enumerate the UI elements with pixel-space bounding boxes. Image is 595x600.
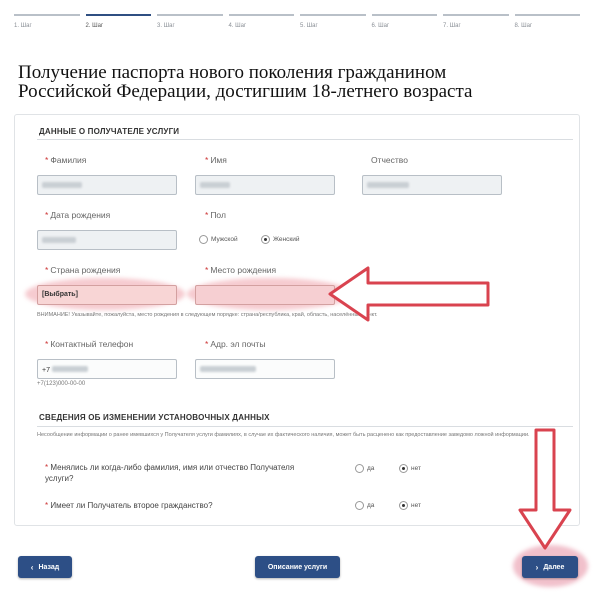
arrow-left-icon — [328, 266, 490, 322]
arrow-down-icon — [518, 428, 572, 550]
annotation-arrows — [328, 266, 572, 550]
